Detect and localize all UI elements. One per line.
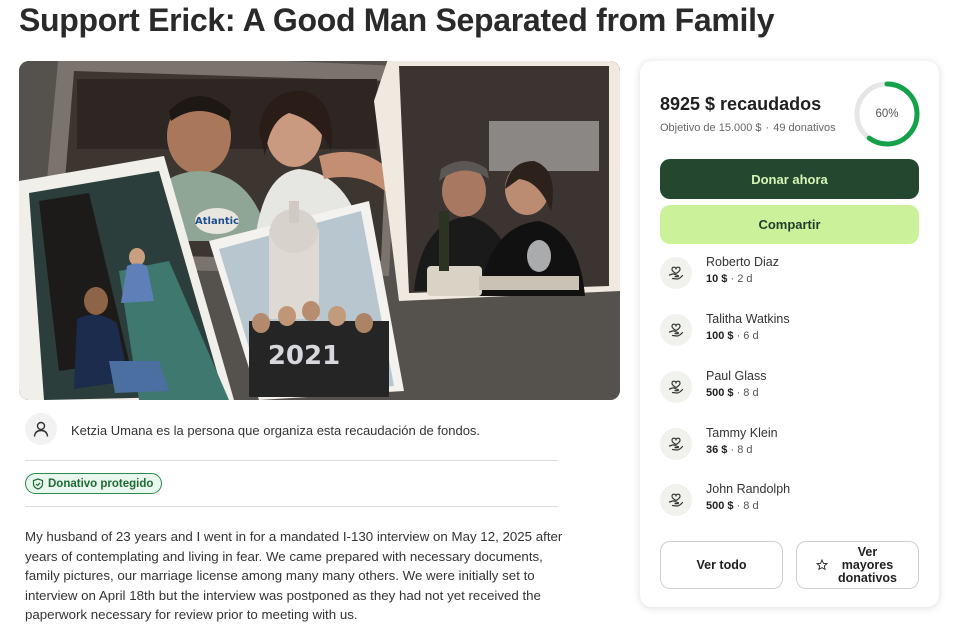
donor-amount: 36 $: [706, 444, 728, 456]
divider-bottom: [25, 506, 558, 507]
balloon-numbers: 2021: [268, 341, 340, 371]
progress-label: 60%: [875, 108, 899, 120]
heart-hand-icon: [660, 428, 692, 460]
organizer-text: Ketzia Umana es la persona que organiza …: [71, 423, 481, 438]
protected-donation-badge[interactable]: Donativo protegido: [25, 473, 163, 494]
heart-hand-icon: [660, 314, 692, 346]
organizer-row: Ketzia Umana es la persona que organiza …: [25, 413, 558, 461]
donor-amount: 100 $: [706, 330, 734, 342]
donor-meta: 100 $ · 6 d: [706, 330, 759, 342]
donor-meta: 500 $ · 8 d: [706, 387, 759, 399]
donation-card: 8925 $ recaudados Objetivo de 15.000 $ · 4…: [640, 61, 939, 607]
donor-amount: 500 $: [706, 500, 734, 512]
donor-name: Paul Glass: [706, 369, 767, 383]
donor-time: · 6 d: [733, 330, 759, 342]
goal-amount: Objetivo de 15.000 $: [660, 122, 762, 134]
donor-amount: 500 $: [706, 387, 734, 399]
donor-amount: 10 $: [706, 273, 728, 285]
heart-hand-icon: [660, 484, 692, 516]
person-icon: [25, 413, 57, 445]
shield-icon: [32, 477, 44, 490]
donor-row: John Randolph 500 $ · 8 d: [660, 482, 919, 522]
heart-hand-icon: [660, 371, 692, 403]
donor-meta: 500 $ · 8 d: [706, 500, 759, 512]
donor-row: Talitha Watkins 100 $ · 6 d: [660, 312, 919, 352]
donor-time: · 8 d: [727, 444, 753, 456]
donor-row: Tammy Klein 36 $ · 8 d: [660, 426, 919, 466]
donor-name: Roberto Diaz: [706, 255, 779, 269]
donation-count: 49 donativos: [773, 122, 836, 134]
donor-row: Roberto Diaz 10 $ · 2 d: [660, 255, 919, 295]
story-text: My husband of 23 years and I went in for…: [25, 529, 563, 623]
donor-time: · 2 d: [727, 273, 753, 285]
heart-hand-icon: [660, 257, 692, 289]
campaign-photo[interactable]: Atlantic 2021: [19, 61, 620, 400]
donor-name: Talitha Watkins: [706, 312, 790, 326]
amount-raised: 8925 $ recaudados: [660, 94, 822, 114]
badge-label: Donativo protegido: [48, 477, 154, 490]
donor-name: Tammy Klein: [706, 426, 778, 440]
donor-meta: 36 $ · 8 d: [706, 444, 753, 456]
goal-separator: ·: [765, 122, 770, 134]
divider-top: [25, 460, 558, 461]
donor-time: · 8 d: [733, 387, 759, 399]
share-button[interactable]: Compartir: [660, 205, 919, 244]
donor-time: · 8 d: [733, 500, 759, 512]
photo-restaurant: [374, 61, 620, 301]
top-donations-button[interactable]: Ver mayores donativos: [796, 541, 919, 589]
goal-line: Objetivo de 15.000 $ · 49 donativos: [660, 122, 836, 134]
photo-collage: Atlantic 2021: [19, 61, 620, 400]
donor-name: John Randolph: [706, 482, 791, 496]
top-donations-label: Ver mayores donativos: [837, 544, 898, 585]
donor-row: Paul Glass 500 $ · 8 d: [660, 369, 919, 409]
page-title: Support Erick: A Good Man Separated from…: [19, 2, 775, 38]
star-icon: [815, 559, 828, 571]
donate-button[interactable]: Donar ahora: [660, 159, 919, 199]
see-all-button[interactable]: Ver todo: [660, 541, 783, 589]
shirt-badge-text: Atlantic: [195, 216, 239, 227]
donor-meta: 10 $ · 2 d: [706, 273, 753, 285]
